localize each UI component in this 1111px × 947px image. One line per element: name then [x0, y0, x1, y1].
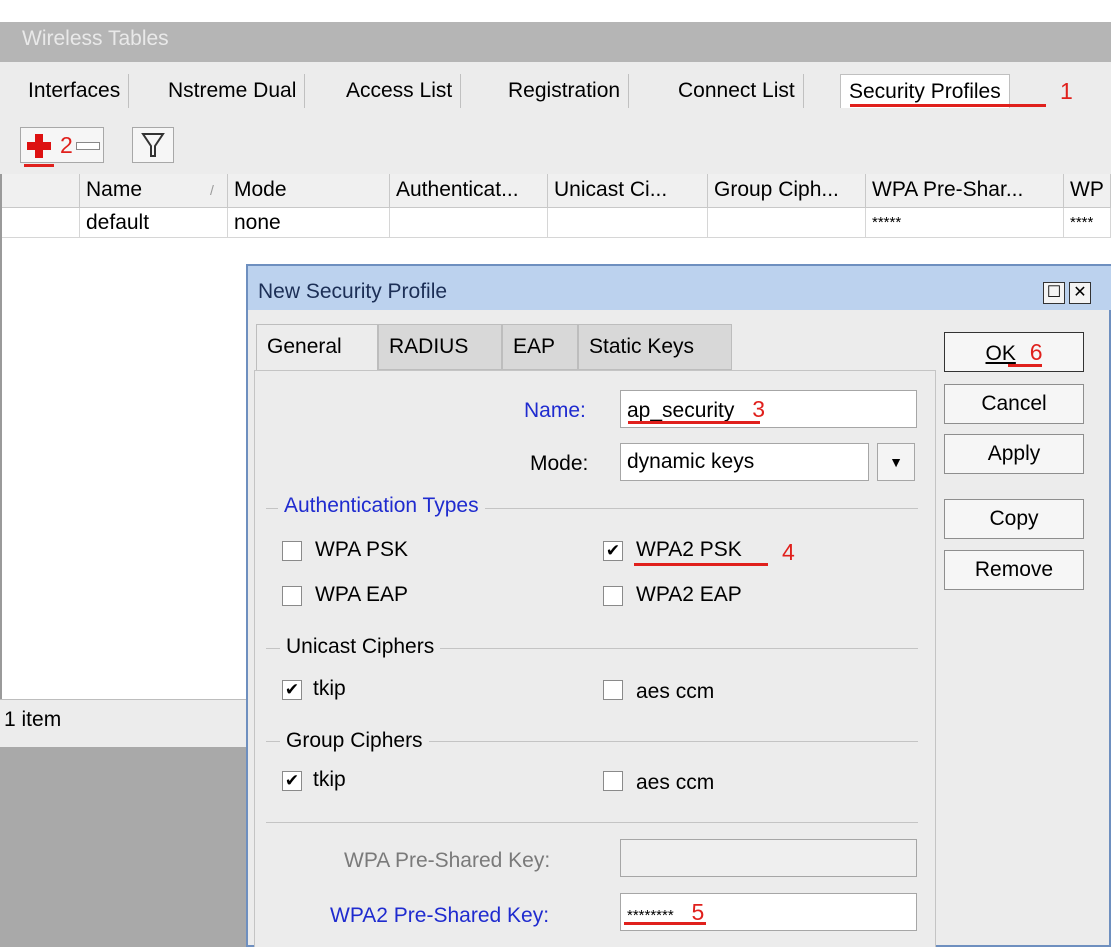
tab-security-profiles[interactable]: Security Profiles [840, 74, 1010, 108]
annotation-underline [624, 922, 706, 925]
unicast-aes-checkbox[interactable] [603, 680, 623, 700]
window-title: Wireless Tables [22, 27, 169, 50]
table-cell-wpa-key[interactable]: ***** [866, 208, 1064, 238]
maximize-icon[interactable]: ☐ [1043, 282, 1065, 304]
group-tkip-checkbox[interactable]: ✔ [282, 771, 302, 791]
tab-registration[interactable]: Registration [500, 74, 630, 108]
remove-button[interactable]: Remove [944, 550, 1084, 590]
wpa2-key-field[interactable]: ******** 5 [620, 893, 917, 931]
wpa-psk-checkbox[interactable] [282, 541, 302, 561]
column-header-mode[interactable]: Mode [228, 174, 390, 208]
wpa2-key-label: WPA2 Pre-Shared Key: [330, 904, 550, 927]
tab-connect-list[interactable]: Connect List [670, 74, 804, 108]
dialog-title: New Security Profile [258, 280, 448, 303]
group-ciphers-heading: Group Ciphers [280, 729, 429, 753]
group-aes-label: aes ccm [636, 771, 715, 794]
group-aes-checkbox[interactable] [603, 771, 623, 791]
wpa-eap-checkbox[interactable] [282, 586, 302, 606]
table-cell-unicast[interactable] [548, 208, 708, 238]
tab-static-keys[interactable]: Static Keys [578, 324, 732, 370]
annotation-underline [1008, 364, 1042, 367]
plus-icon[interactable] [24, 131, 54, 161]
table-cell-mode[interactable]: none [228, 208, 390, 238]
tab-general[interactable]: General [256, 324, 378, 370]
annotation-underline [628, 421, 760, 424]
unicast-tkip-checkbox[interactable]: ✔ [282, 680, 302, 700]
unicast-aes-label: aes ccm [636, 680, 715, 703]
annotation-underline [850, 104, 1046, 107]
name-value: ap_security [627, 399, 735, 422]
annotation-underline [24, 164, 54, 167]
mode-label: Mode: [530, 452, 589, 475]
table-row-marker [2, 208, 80, 238]
wpa2-eap-checkbox[interactable] [603, 586, 623, 606]
filter-icon [141, 133, 165, 157]
column-header-unicast[interactable]: Unicast Ci... [548, 174, 708, 208]
group-tkip-label: tkip [313, 768, 346, 791]
tab-access-list[interactable]: Access List [338, 74, 462, 108]
dropdown-arrow-icon[interactable]: ▼ [877, 443, 915, 481]
annotation-3: 3 [752, 396, 766, 422]
wpa-key-label: WPA Pre-Shared Key: [344, 849, 551, 872]
minus-icon[interactable] [76, 142, 100, 150]
tab-radius[interactable]: RADIUS [378, 324, 502, 370]
column-header-group[interactable]: Group Ciph... [708, 174, 866, 208]
tab-eap[interactable]: EAP [502, 324, 578, 370]
unicast-tkip-label: tkip [313, 677, 346, 700]
annotation-4: 4 [782, 539, 795, 565]
section-divider [266, 822, 918, 823]
column-header-wpa2-key[interactable]: WP [1064, 174, 1111, 208]
column-header-wpa-key[interactable]: WPA Pre-Shar... [866, 174, 1064, 208]
wpa-eap-label: WPA EAP [315, 583, 408, 606]
filter-button[interactable] [132, 127, 174, 163]
close-icon[interactable]: ✕ [1069, 282, 1091, 304]
wpa2-eap-label: WPA2 EAP [636, 583, 742, 606]
column-header-auth[interactable]: Authenticat... [390, 174, 548, 208]
wpa2-psk-label: WPA2 PSK [636, 538, 742, 561]
item-count: 1 item [4, 708, 62, 731]
name-label: Name: [524, 399, 586, 422]
column-header-blank [2, 174, 80, 208]
table-cell-group[interactable] [708, 208, 866, 238]
wpa-psk-label: WPA PSK [315, 538, 408, 561]
wpa-key-field[interactable] [620, 839, 917, 877]
cancel-button[interactable]: Cancel [944, 384, 1084, 424]
auth-types-heading: Authentication Types [278, 494, 485, 518]
annotation-6: 6 [1029, 339, 1043, 365]
unicast-ciphers-heading: Unicast Ciphers [280, 635, 441, 659]
mode-select[interactable]: dynamic keys [620, 443, 869, 481]
sort-indicator: / [210, 182, 214, 198]
table-cell-wpa2-key[interactable]: **** [1064, 208, 1111, 238]
apply-button[interactable]: Apply [944, 434, 1084, 474]
table-cell-auth[interactable] [390, 208, 548, 238]
tab-nstreme-dual[interactable]: Nstreme Dual [160, 74, 306, 108]
column-header-name[interactable]: Name / [80, 174, 228, 208]
copy-button[interactable]: Copy [944, 499, 1084, 539]
tab-interfaces[interactable]: Interfaces [20, 74, 130, 108]
table-cell-name[interactable]: default [80, 208, 228, 238]
annotation-1: 1 [1060, 78, 1073, 104]
wpa2-psk-checkbox[interactable]: ✔ [603, 541, 623, 561]
annotation-underline [634, 563, 768, 566]
annotation-2: 2 [60, 132, 73, 158]
